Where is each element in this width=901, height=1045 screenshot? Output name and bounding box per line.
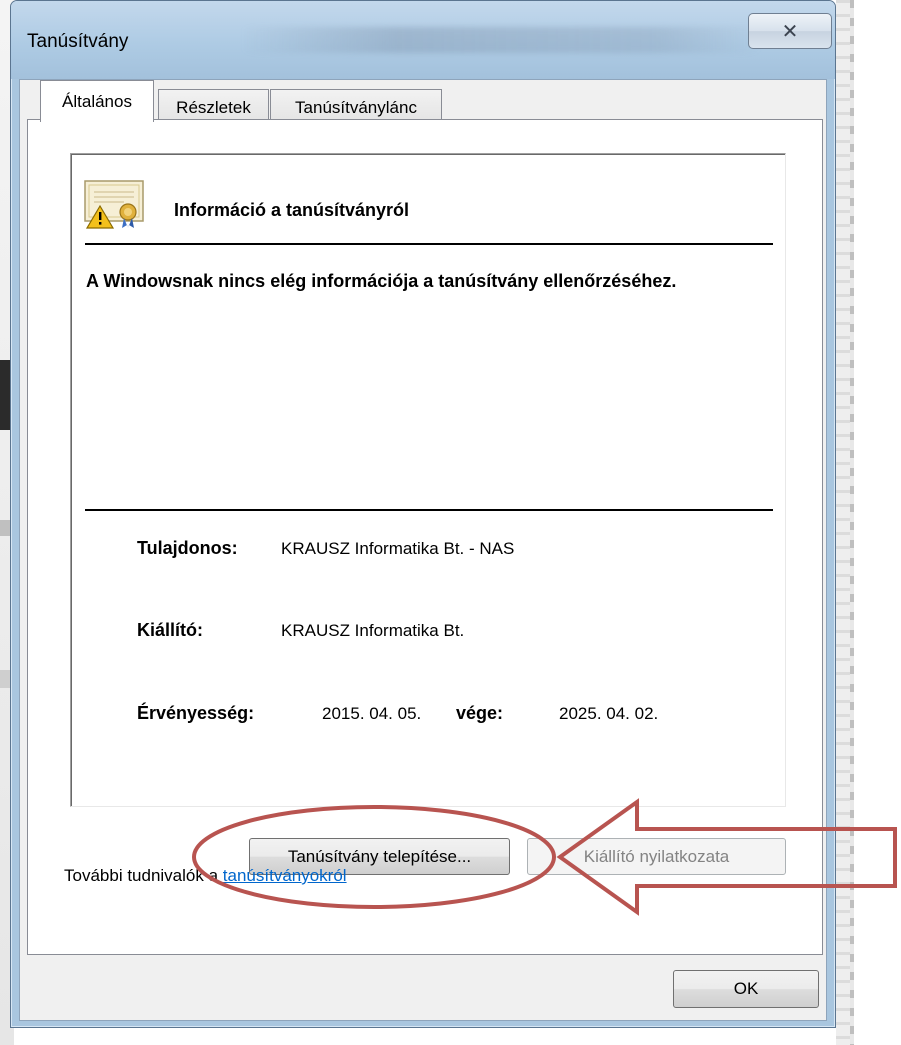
issuer-value: KRAUSZ Informatika Bt.: [281, 621, 465, 640]
learn-more-link[interactable]: tanúsítványokról: [223, 866, 347, 885]
details-divider: [85, 509, 773, 511]
tab-general[interactable]: Általános: [40, 80, 154, 122]
certificate-warning-icon: [84, 180, 144, 229]
owner-label: Tulajdonos:: [137, 538, 238, 558]
title-bar-background-blur: [241, 27, 761, 53]
valid-from-value: 2015. 04. 05.: [322, 704, 422, 723]
owner-value: KRAUSZ Informatika Bt. - NAS: [281, 539, 515, 558]
validity-label: Érvényesség:: [137, 703, 255, 723]
background-right-edge: [836, 0, 901, 1045]
learn-more-line: További tudnivalók a tanúsítványokról: [64, 866, 347, 886]
ok-button-label: OK: [733, 979, 759, 998]
valid-to-label: vége:: [456, 703, 504, 723]
issuer-statement-button[interactable]: Kiállító nyilatkozata: [527, 838, 786, 875]
header-divider: [85, 243, 773, 245]
cert-info-heading: Információ a tanúsítványról: [174, 200, 410, 220]
tab-certification-path-label: Tanúsítványlánc: [295, 97, 417, 117]
close-icon: ✕: [781, 19, 799, 43]
install-certificate-label: Tanúsítvány telepítése...: [287, 846, 472, 866]
window-title: Tanúsítvány: [27, 31, 129, 52]
ok-button[interactable]: OK: [673, 970, 819, 1008]
valid-to-value: 2025. 04. 02.: [559, 704, 659, 723]
issuer-label: Kiállító:: [137, 620, 203, 640]
issuer-statement-label: Kiállító nyilatkozata: [583, 846, 730, 866]
cert-warning-text: A Windowsnak nincs elég információja a t…: [86, 271, 677, 291]
title-bar[interactable]: Tanúsítvány ✕: [11, 1, 835, 79]
learn-more-prefix: További tudnivalók a: [64, 866, 223, 885]
close-button[interactable]: ✕: [748, 13, 832, 49]
tab-details-label: Részletek: [176, 97, 251, 117]
tab-general-label: Általános: [62, 91, 132, 111]
